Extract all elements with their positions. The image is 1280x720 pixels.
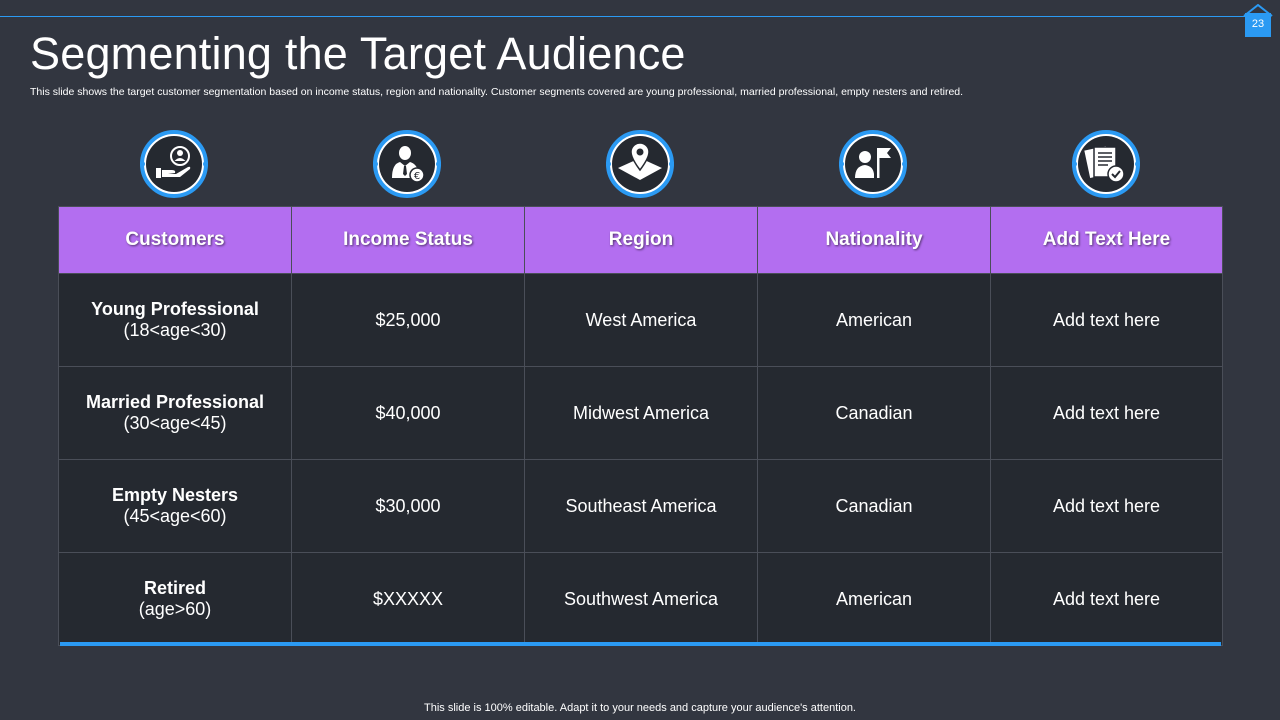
segmentation-table: Customers Income Status Region Nationali… [58, 206, 1223, 646]
income-cell: $25,000 [291, 273, 525, 367]
customer-name: Married Professional [85, 392, 265, 412]
table-row: Young Professional (18<age<30) $25,000 W… [58, 273, 1223, 367]
svg-text:€: € [414, 171, 420, 182]
location-pin-icon [606, 130, 674, 198]
header-add-text: Add Text Here [990, 206, 1223, 274]
customer-age: (30<age<45) [123, 413, 227, 433]
customer-cell: Retired (age>60) [58, 552, 292, 646]
slide-subtitle: This slide shows the target customer seg… [30, 86, 964, 98]
customer-cell: Empty Nesters (45<age<60) [58, 459, 292, 553]
customer-cell: Young Professional (18<age<30) [58, 273, 292, 367]
slide-title: Segmenting the Target Audience [30, 28, 686, 79]
page-number: 23 [1251, 18, 1265, 30]
header-income-status: Income Status [291, 206, 525, 274]
customer-age: (45<age<60) [123, 506, 227, 526]
income-cell: $XXXXX [291, 552, 525, 646]
customer-age: (age>60) [138, 599, 212, 619]
person-flag-icon [839, 130, 907, 198]
region-cell: Southwest America [524, 552, 758, 646]
table-bottom-accent-bar [60, 642, 1221, 646]
header-customers: Customers [58, 206, 292, 274]
slide-footer-note: This slide is 100% editable. Adapt it to… [424, 702, 856, 714]
region-cell: Midwest America [524, 366, 758, 460]
extra-cell: Add text here [990, 366, 1223, 460]
customer-cell: Married Professional (30<age<45) [58, 366, 292, 460]
customer-hand-icon [140, 130, 208, 198]
nationality-cell: American [757, 273, 991, 367]
businessman-euro-icon: € [373, 130, 441, 198]
documents-check-icon [1072, 130, 1140, 198]
table-header-row: Customers Income Status Region Nationali… [58, 206, 1223, 274]
table-row: Empty Nesters (45<age<60) $30,000 Southe… [58, 459, 1223, 553]
income-cell: $30,000 [291, 459, 525, 553]
region-cell: Southeast America [524, 459, 758, 553]
customer-age: (18<age<30) [123, 320, 227, 340]
table-row: Retired (age>60) $XXXXX Southwest Americ… [58, 552, 1223, 646]
extra-cell: Add text here [990, 459, 1223, 553]
extra-cell: Add text here [990, 273, 1223, 367]
customer-name: Empty Nesters [111, 485, 239, 505]
nationality-cell: Canadian [757, 459, 991, 553]
top-accent-line [0, 16, 1252, 17]
customer-name: Retired [143, 578, 206, 598]
region-cell: West America [524, 273, 758, 367]
nationality-cell: American [757, 552, 991, 646]
header-region: Region [524, 206, 758, 274]
nationality-cell: Canadian [757, 366, 991, 460]
income-cell: $40,000 [291, 366, 525, 460]
header-nationality: Nationality [757, 206, 991, 274]
extra-cell: Add text here [990, 552, 1223, 646]
customer-name: Young Professional [91, 299, 259, 319]
table-row: Married Professional (30<age<45) $40,000… [58, 366, 1223, 460]
